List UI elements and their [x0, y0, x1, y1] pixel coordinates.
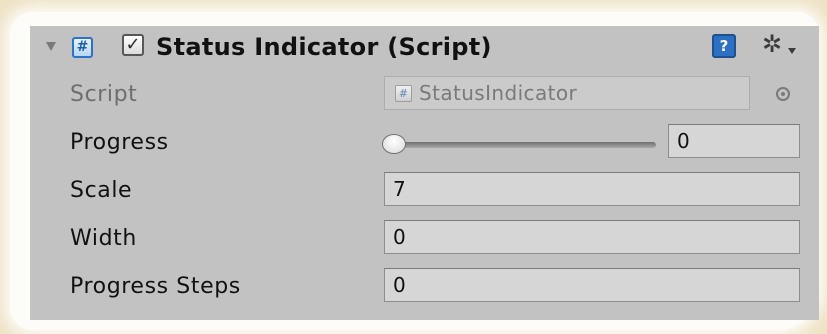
help-icon[interactable]: ?: [712, 34, 736, 58]
scale-label: Scale: [70, 178, 133, 203]
csharp-script-icon: #: [72, 37, 93, 58]
inspector-component-panel: # ✓ Status Indicator (Script) ? ✲ Script…: [30, 26, 819, 320]
scale-input[interactable]: 7: [384, 172, 800, 206]
progress-input[interactable]: 0: [668, 124, 800, 158]
foldout-arrow-icon[interactable]: [46, 42, 56, 51]
object-picker-icon[interactable]: [776, 87, 790, 101]
progress-slider-thumb[interactable]: [382, 134, 406, 154]
width-input[interactable]: 0: [384, 220, 800, 254]
script-label: Script: [70, 82, 138, 107]
script-asset-icon: #: [395, 85, 412, 102]
component-enabled-checkbox[interactable]: ✓: [122, 34, 144, 56]
gear-dropdown-caret-icon[interactable]: [788, 48, 796, 54]
script-field-value: StatusIndicator: [419, 81, 578, 105]
script-object-field: # StatusIndicator: [384, 76, 750, 110]
component-header: # ✓ Status Indicator (Script) ? ✲: [30, 26, 819, 72]
width-label: Width: [70, 226, 137, 251]
progress-label: Progress: [70, 130, 169, 155]
component-title: Status Indicator (Script): [156, 33, 492, 61]
progress-steps-input[interactable]: 0: [384, 268, 800, 302]
progress-slider-track[interactable]: [394, 142, 656, 148]
progress-steps-label: Progress Steps: [70, 274, 241, 299]
